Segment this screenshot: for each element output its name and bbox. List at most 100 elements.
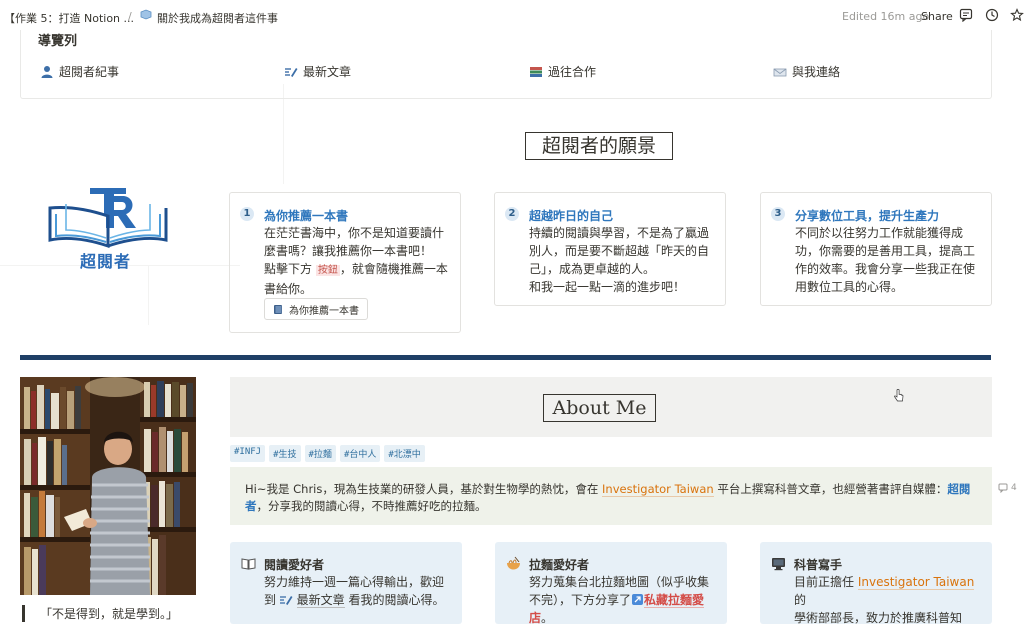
profile-photo: [20, 377, 196, 595]
tag[interactable]: #生技: [269, 445, 301, 462]
text-span: ，就會隨機推薦一本: [339, 262, 448, 276]
recommend-book-button[interactable]: 為你推薦一本書: [264, 298, 368, 320]
navigation-card: 導覽列 超閱者紀事 最新文章 過往合作 與我連絡: [20, 30, 992, 99]
nav-item-label: 過往合作: [548, 65, 597, 79]
text-line: 學術部部長，致力於推廣科普知: [794, 611, 963, 624]
text-line: 己」，成為更卓越的人。: [529, 262, 656, 276]
tag[interactable]: #拉麵: [304, 445, 336, 462]
text-line: 到 最新文章 看我的閱讀心得。: [264, 591, 454, 609]
investigator-taiwan-link[interactable]: Investigator Taiwan: [857, 575, 975, 590]
hobby-body: 努力蒐集台北拉麵地圖（似乎收集 不完），下方分享了 私藏拉麵愛 店。: [529, 573, 719, 624]
hobby-card-reading: 閱讀愛好者 努力維持一週一篇心得輸出，歡迎 到 最新文章 看我的閱讀心得。: [230, 542, 462, 624]
step-number: 1: [240, 207, 254, 221]
chaoyuezhe-link[interactable]: 超閱: [947, 482, 970, 496]
mail-icon: [773, 68, 787, 76]
clock-icon[interactable]: [985, 8, 999, 22]
intro-text: ，分享我的閱讀心得，不時推薦好吃的拉麵。: [256, 499, 487, 513]
intro-text: 平台上撰寫科普文章，也經營著書評自媒體：: [717, 482, 948, 496]
top-bar: 【作業 5：打造 Notion ... / 關於我成為超閱者這件事 Edited…: [0, 0, 1026, 32]
latest-articles-link[interactable]: 最新文章: [296, 593, 345, 608]
nav-item-label: 與我連絡: [792, 65, 841, 79]
button-highlight: 按鈕: [315, 265, 340, 276]
nav-item-collaborations[interactable]: 過往合作: [529, 63, 596, 80]
feature-title: 超越昨日的自己: [529, 209, 614, 223]
mouse-cursor-icon: [894, 389, 904, 402]
hobby-card-ramen: 拉麵愛好者 努力蒐集台北拉麵地圖（似乎收集 不完），下方分享了 私藏拉麵愛 店。: [495, 542, 727, 624]
text-line: 店。: [529, 609, 719, 624]
feature-body: 持續的閱讀與學習，不是為了贏過 別人，而是要不斷超越「昨天的自 己」，成為更卓越…: [529, 224, 717, 296]
comment-icon[interactable]: [959, 8, 973, 22]
investigator-taiwan-link[interactable]: Investigator Taiwan: [602, 482, 714, 497]
text-span: 看我的閱讀心得。: [348, 593, 445, 607]
hobby-body: 目前正擔任 Investigator Taiwan 的 學術部部長，致力於推廣科…: [794, 573, 984, 624]
chaoyuezhe-link-cont[interactable]: 者: [245, 499, 257, 513]
text-line: 用數位工具的心得。: [795, 280, 904, 294]
breadcrumb-parent[interactable]: 【作業 5：打造 Notion ...: [4, 10, 134, 26]
text-span: 。: [541, 611, 554, 624]
text-span: 點擊下方: [264, 262, 313, 276]
person-icon: [41, 65, 53, 78]
breadcrumb-separator: /: [128, 10, 132, 23]
button-label: 為你推薦一本書: [289, 305, 359, 317]
hobby-title: 閱讀愛好者: [264, 558, 325, 572]
book-icon: [241, 558, 256, 570]
ramen-icon: [507, 556, 520, 570]
tag-list: #INFJ #生技 #拉麵 #台中人 #北漂中: [230, 445, 425, 462]
text-line: 目前正擔任 Investigator Taiwan 的: [794, 573, 984, 609]
breadcrumb-current[interactable]: 關於我成為超閱者這件事: [157, 10, 278, 26]
background-line: [283, 84, 284, 184]
text-line: 不完），下方分享了 私藏拉麵愛: [529, 591, 719, 609]
text-line: 不同於以往努力工作就能獲得成: [795, 226, 964, 240]
hobby-card-science-writer: 科普寫手 目前正擔任 Investigator Taiwan 的 學術部部長，致…: [760, 542, 992, 624]
tag[interactable]: #台中人: [339, 445, 381, 462]
star-icon[interactable]: [1010, 8, 1024, 22]
arrow-link-icon: [632, 594, 644, 605]
text-line: 功，你需要的是善用工具，提高工: [795, 244, 976, 258]
text-line: 別人，而是要不斷超越「昨天的自: [529, 244, 710, 258]
text-line: 努力蒐集台北拉麵地圖（似乎收集: [529, 575, 710, 589]
hobby-title: 拉麵愛好者: [529, 558, 590, 572]
ramen-list-link-cont[interactable]: 店: [529, 611, 542, 624]
brand-logo: 超閱者: [44, 184, 172, 272]
feature-body: 在茫茫書海中，你不是知道要讀什 麼書嗎？讓我推薦你一本書吧！ 點擊下方 按鈕 ，就…: [264, 224, 452, 298]
background-line: [148, 265, 149, 325]
step-number: 3: [771, 207, 785, 221]
monitor-icon: [772, 558, 785, 571]
motto-quote: 「不是得到，就是學到。」: [22, 605, 178, 622]
book-icon: [274, 304, 282, 314]
nav-item-label: 超閱者紀事: [59, 65, 120, 79]
edited-status: Edited 16m ago: [842, 10, 930, 23]
tag[interactable]: #北漂中: [384, 445, 425, 462]
feature-card-tools: 3 分享數位工具，提升生產力 不同於以往努力工作就能獲得成 功，你需要的是善用工…: [760, 192, 992, 306]
feature-card-surpass: 2 超越昨日的自己 持續的閱讀與學習，不是為了贏過 別人，而是要不斷超越「昨天的…: [494, 192, 726, 306]
text-span: 到: [264, 593, 277, 607]
text-line: 在茫茫書海中，你不是知道要讀什: [264, 226, 445, 240]
share-button[interactable]: Share: [921, 10, 953, 23]
text-line: 努力維持一週一篇心得輸出，歡迎: [264, 575, 445, 589]
text-line: 和我一起一點一滴的進步吧！: [529, 280, 686, 294]
feature-title: 為你推薦一本書: [264, 209, 349, 223]
page-emoji-icon: [140, 9, 152, 23]
step-number: 2: [505, 207, 519, 221]
section-divider: [20, 355, 991, 360]
writing-icon: [285, 67, 298, 77]
comment-icon: [998, 483, 1008, 493]
intro-text: Hi~我是 Chris，現為生技業的研發人員，基於對生物學的熱忱，會在: [245, 482, 599, 496]
nav-item-latest-articles[interactable]: 最新文章: [284, 63, 351, 80]
nav-item-chronicle[interactable]: 超閱者紀事: [40, 63, 119, 80]
text-span: 不完），下方分享了: [529, 593, 632, 607]
text-line: 書給你。: [264, 282, 313, 296]
feature-title: 分享數位工具，提升生產力: [795, 209, 940, 223]
intro-callout: Hi~我是 Chris，現為生技業的研發人員，基於對生物學的熱忱，會在 Inve…: [230, 467, 992, 525]
text-line: 麼書嗎？讓我推薦你一本書吧！: [264, 244, 433, 258]
nav-item-contact[interactable]: 與我連絡: [773, 63, 840, 80]
writing-icon: [279, 596, 293, 605]
hobby-body: 努力維持一週一篇心得輸出，歡迎 到 最新文章 看我的閱讀心得。: [264, 573, 454, 609]
about-me-title: About Me: [543, 394, 656, 422]
tag[interactable]: #INFJ: [230, 445, 266, 462]
logo-text: 超閱者: [80, 252, 132, 271]
comment-count: 4: [1011, 483, 1017, 493]
comment-indicator[interactable]: 4: [998, 483, 1017, 493]
ramen-list-link[interactable]: 私藏拉麵愛: [644, 593, 705, 608]
hobby-title: 科普寫手: [794, 558, 843, 572]
